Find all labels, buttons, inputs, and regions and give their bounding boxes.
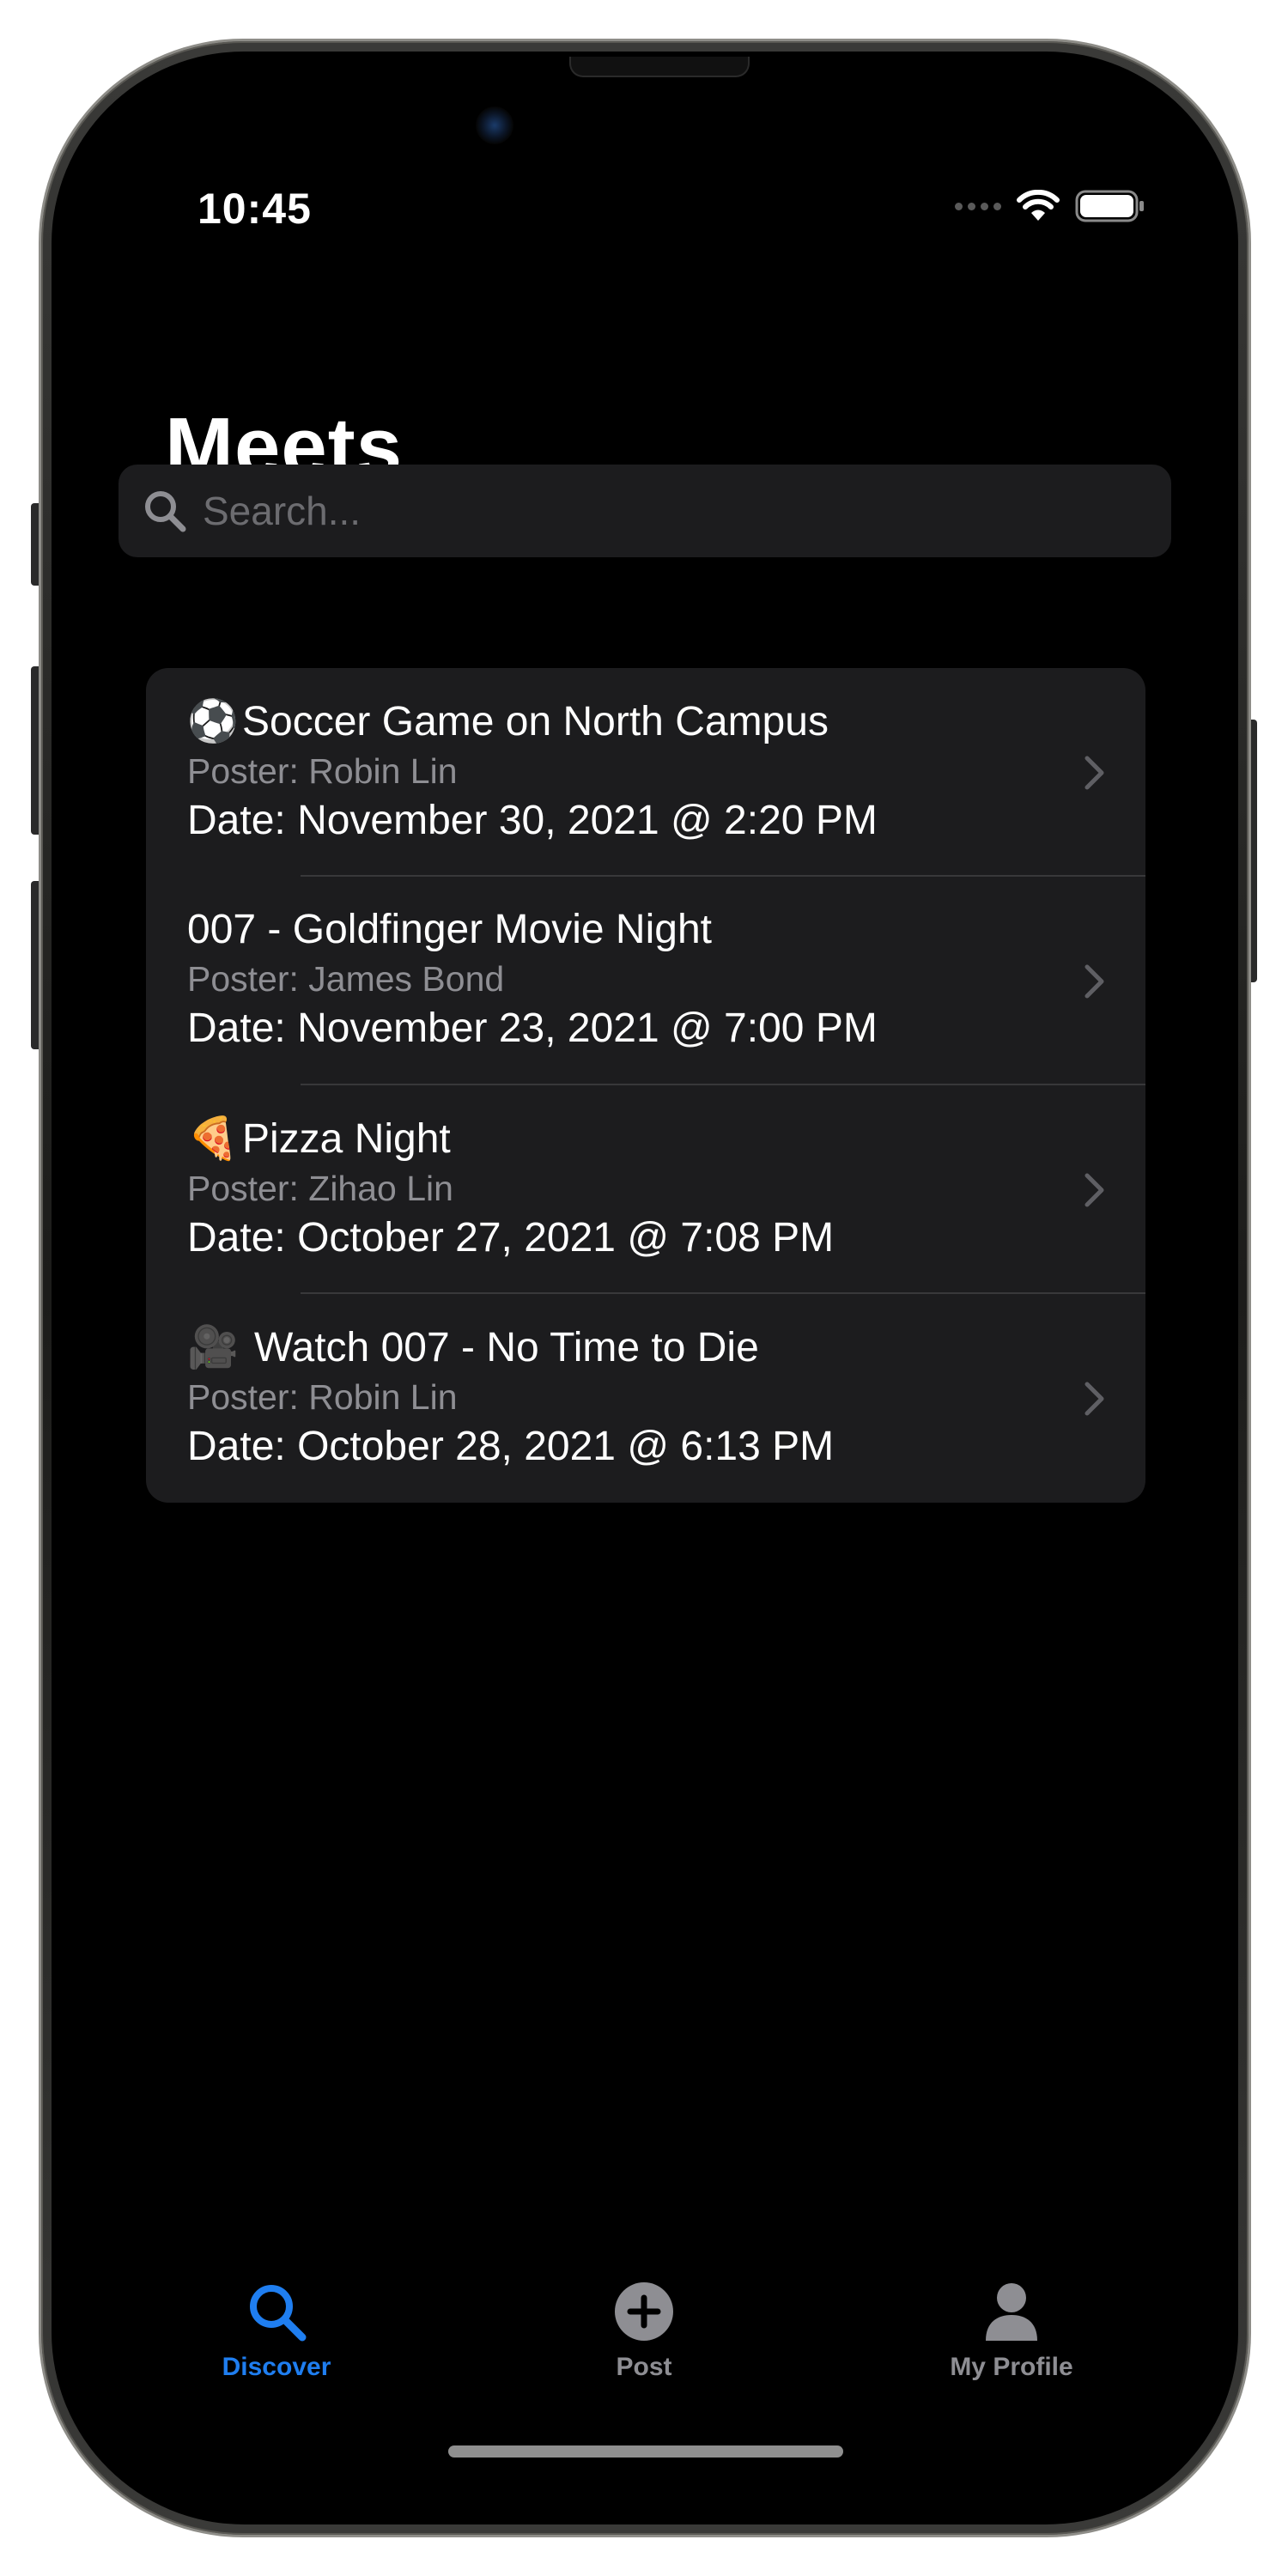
meet-date: Date: October 27, 2021 @ 7:08 PM (187, 1215, 835, 1261)
cellular-signal-icon (955, 202, 1001, 210)
tab-my-profile-label: My Profile (950, 2353, 1073, 2381)
meet-title-text: Watch 007 - No Time to Die (254, 1325, 759, 1370)
list-item[interactable]: 🎥 Watch 007 - No Time to Die Poster: Robi… (146, 1294, 1145, 1503)
list-item[interactable]: ⚽Soccer Game on North Campus Poster: Rob… (146, 668, 1145, 877)
list-item-content: 007 - Goldfinger Movie Night Poster: Jam… (187, 904, 878, 1055)
meet-poster: Poster: James Bond (187, 959, 505, 999)
meet-date: Date: October 28, 2021 @ 6:13 PM (187, 1424, 835, 1469)
pizza-icon: 🍕 (187, 1115, 239, 1163)
status-time: 10:45 (197, 185, 312, 233)
meet-date: Date: November 23, 2021 @ 7:00 PM (187, 1005, 878, 1051)
chevron-right-icon (1084, 756, 1104, 789)
chevron-right-icon (1084, 964, 1104, 998)
chevron-right-icon (1084, 1173, 1104, 1206)
search-input[interactable] (201, 487, 1063, 535)
list-item-content: 🍕Pizza Night Poster: Zihao Lin Date: Oct… (187, 1113, 834, 1265)
meet-poster: Poster: Robin Lin (187, 751, 458, 791)
tab-post[interactable]: Post (515, 2281, 773, 2382)
soccer-ball-icon: ⚽ (187, 697, 239, 745)
magnifying-glass-icon (250, 2285, 307, 2342)
tab-post-label: Post (616, 2353, 672, 2381)
movie-camera-icon: 🎥 (187, 1323, 239, 1371)
chevron-right-icon (1084, 1382, 1104, 1415)
front-camera (476, 106, 513, 144)
meet-title-text: 007 - Goldfinger Movie Night (187, 907, 712, 952)
search-bar[interactable] (118, 465, 1171, 557)
meet-title: 🎥 Watch 007 - No Time to Die (187, 1321, 834, 1374)
meet-date: Date: November 30, 2021 @ 2:20 PM (187, 798, 878, 843)
search-icon (145, 491, 186, 532)
list-item-content: 🎥 Watch 007 - No Time to Die Poster: Robi… (187, 1321, 834, 1473)
tab-discover[interactable]: Discover (148, 2281, 405, 2382)
meet-title: 🍕Pizza Night (187, 1113, 834, 1165)
list-item-content: ⚽Soccer Game on North Campus Poster: Rob… (187, 696, 878, 848)
meet-title: ⚽Soccer Game on North Campus (187, 696, 878, 748)
meet-title: 007 - Goldfinger Movie Night (187, 904, 878, 956)
battery-icon (1075, 190, 1144, 222)
meet-title-text: Pizza Night (242, 1116, 451, 1162)
meet-poster: Poster: Robin Lin (187, 1377, 458, 1417)
home-indicator[interactable] (448, 2445, 843, 2458)
meet-poster: Poster: Zihao Lin (187, 1169, 453, 1208)
person-icon (986, 2283, 1037, 2341)
tab-discover-label: Discover (222, 2353, 331, 2381)
list-item[interactable]: 007 - Goldfinger Movie Night Poster: Jam… (146, 877, 1145, 1085)
tab-my-profile[interactable]: My Profile (883, 2281, 1140, 2382)
list-item[interactable]: 🍕Pizza Night Poster: Zihao Lin Date: Oct… (146, 1085, 1145, 1294)
app-screen: 10:45 Meets ⚽Soccer Game on North Campus (60, 57, 1231, 2519)
status-icons (955, 190, 1145, 222)
wifi-icon (1017, 190, 1060, 221)
meets-list: ⚽Soccer Game on North Campus Poster: Rob… (146, 668, 1145, 1503)
earpiece-speaker (571, 57, 748, 76)
meet-title-text: Soccer Game on North Campus (242, 699, 829, 744)
plus-circle-icon (615, 2282, 673, 2341)
